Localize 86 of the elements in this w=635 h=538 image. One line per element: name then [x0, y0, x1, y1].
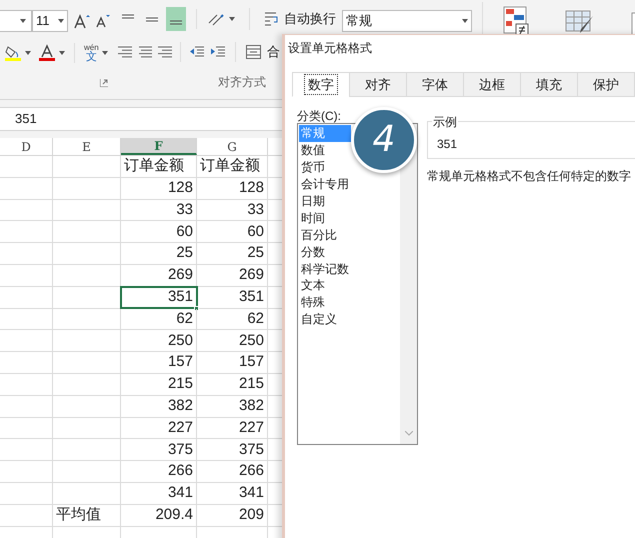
cell-text: 平均值 — [56, 504, 101, 525]
increase-indent-icon[interactable] — [210, 46, 225, 58]
dialog-tab[interactable]: 字体 — [406, 72, 464, 97]
cell-text: 266 — [238, 461, 264, 482]
dialog-tab[interactable]: 对齐 — [349, 72, 407, 97]
category-item[interactable]: 科学记数 — [299, 260, 347, 278]
cell-text: 375 — [238, 440, 264, 460]
category-item[interactable]: 日期 — [299, 192, 347, 210]
number-format-dropdown[interactable]: 常规 — [342, 10, 472, 32]
shrink-font-icon[interactable] — [96, 14, 110, 28]
table-cell[interactable]: 60 — [121, 221, 197, 242]
caret-icon — [462, 19, 468, 23]
wrap-text-button[interactable]: 自动换行 — [284, 9, 336, 29]
phonetic-button[interactable]: wén 文 — [84, 44, 99, 62]
category-item[interactable]: 数值 — [299, 142, 347, 159]
table-cell[interactable]: 25 — [121, 243, 197, 264]
dialog-tab[interactable]: 边框 — [463, 72, 521, 97]
dialog-launcher-icon[interactable] — [100, 79, 108, 87]
align-icon[interactable] — [138, 46, 152, 58]
table-cell[interactable]: 250 — [121, 330, 197, 352]
category-item[interactable]: 文本 — [299, 277, 347, 294]
table-cell[interactable]: 157 — [121, 352, 197, 373]
category-label: 分类(C): — [297, 108, 342, 123]
cell-text: 33 — [247, 200, 264, 220]
cell-text: 269 — [238, 265, 264, 286]
cell-text: 128 — [238, 178, 264, 198]
sample-value: 351 — [437, 136, 458, 153]
dialog-title: 设置单元格格式 — [287, 40, 373, 57]
align-icon[interactable] — [158, 46, 172, 58]
dialog-tab[interactable]: 保护 — [577, 72, 635, 97]
caret-icon — [59, 51, 65, 55]
cell-text: 60 — [247, 222, 264, 242]
column-header[interactable]: F — [121, 138, 197, 155]
table-cell[interactable]: 382 — [121, 396, 197, 417]
category-item[interactable]: 货币 — [299, 158, 347, 176]
table-cell[interactable]: 227 — [121, 418, 197, 438]
wrap-text-icon[interactable] — [264, 11, 280, 27]
cell-text: 227 — [238, 418, 264, 438]
cell-text: 25 — [247, 243, 264, 264]
table-cell[interactable]: 266 — [121, 461, 197, 482]
vertical-align-button[interactable] — [166, 7, 186, 31]
cell-text: 订单金额 — [200, 156, 260, 176]
cell-text: 250 — [238, 330, 264, 351]
cell-text: 209 — [238, 504, 264, 525]
cell-text: 382 — [238, 396, 264, 416]
align-icon[interactable] — [118, 46, 132, 58]
table-cell[interactable]: 62 — [121, 308, 197, 330]
selected-cell[interactable]: 351 — [121, 286, 197, 308]
caret-icon — [25, 51, 31, 55]
font-color-icon[interactable] — [38, 44, 56, 62]
cell-text: 351 — [238, 286, 264, 307]
caret-icon — [102, 51, 108, 55]
caret-icon — [58, 19, 64, 23]
fill-color-icon[interactable] — [4, 44, 22, 62]
merge-cells-button[interactable]: 合 — [267, 42, 280, 62]
category-item[interactable]: 百分比 — [299, 226, 347, 244]
caret-icon — [20, 19, 26, 23]
category-item[interactable]: 分数 — [299, 243, 347, 260]
cell-text: 215 — [238, 374, 264, 394]
table-cell[interactable]: 33 — [121, 200, 197, 220]
cell-text: 157 — [238, 352, 264, 372]
font-size-dropdown[interactable]: 11 — [32, 10, 68, 32]
decrease-indent-icon[interactable] — [189, 46, 204, 58]
table-cell[interactable]: 375 — [121, 439, 197, 460]
dialog-tab[interactable]: 填充 — [520, 72, 578, 97]
cell-text: 62 — [247, 308, 264, 329]
table-cell[interactable]: 269 — [121, 264, 197, 286]
format-description: 常规单元格格式不包含任何特定的数字 — [427, 168, 632, 185]
conditional-format-icon[interactable] — [503, 6, 529, 36]
table-cell[interactable]: 128 — [121, 178, 197, 199]
table-cell[interactable]: 341 — [121, 482, 197, 504]
table-cell[interactable]: 215 — [121, 374, 197, 395]
dialog-tab[interactable]: 数字 — [292, 72, 350, 97]
category-item[interactable]: 自定义 — [299, 310, 347, 328]
grow-font-icon[interactable] — [74, 13, 90, 29]
category-item[interactable]: 会计专用 — [299, 176, 347, 193]
category-item[interactable]: 时间 — [299, 209, 347, 226]
table-cell[interactable]: 订单金额 — [121, 156, 197, 177]
fill-handle[interactable] — [194, 306, 199, 311]
table-cell[interactable]: 209.4 — [121, 504, 197, 526]
step-badge: 4 — [351, 107, 417, 173]
caret-icon — [229, 17, 235, 21]
cell-text: 341 — [238, 483, 264, 504]
merge-cells-icon[interactable] — [246, 45, 261, 59]
group-label: 对齐方式 — [218, 74, 266, 91]
category-item[interactable]: 特殊 — [299, 294, 347, 311]
